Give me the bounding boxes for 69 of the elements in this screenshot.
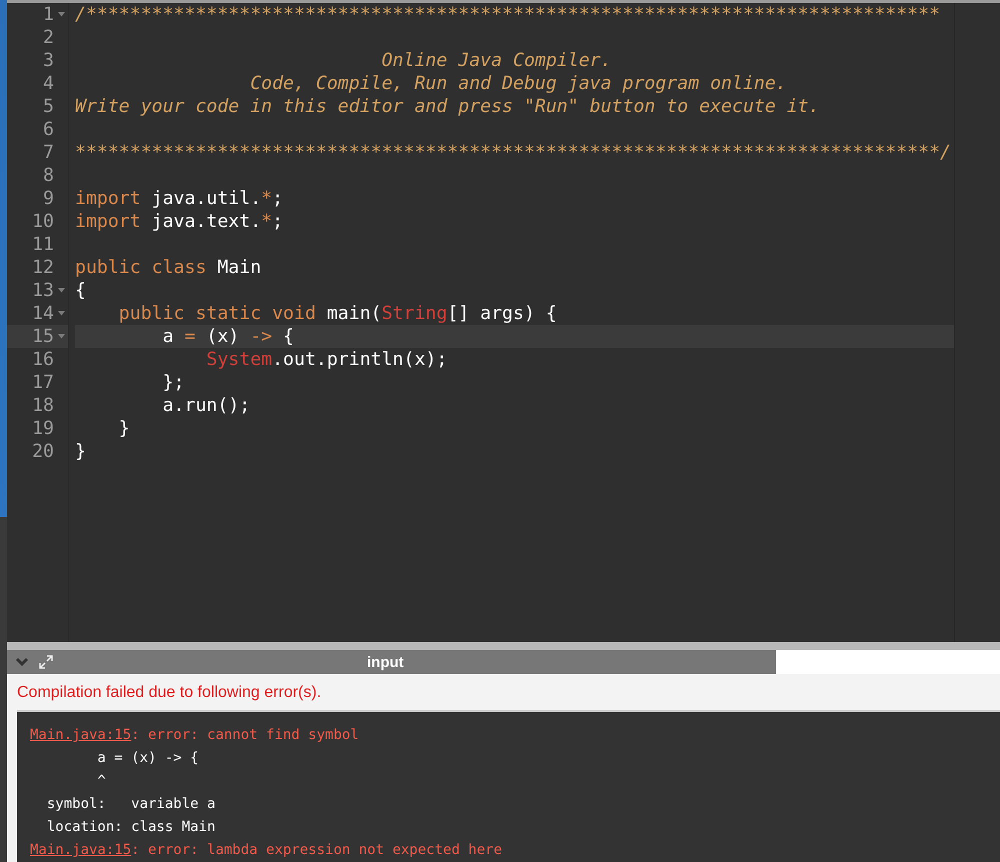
fold-caret-icon[interactable]: [58, 288, 64, 293]
code-token: ;: [272, 210, 284, 232]
code-token: /******************************************************************************: [75, 4, 940, 25]
line-number: 16: [32, 348, 54, 371]
code-token: Online Java Compiler.: [380, 50, 612, 71]
code-token: String: [382, 302, 448, 324]
code-token: java.text.: [150, 210, 262, 232]
code-token: import: [75, 210, 141, 232]
error-message: : error: cannot find symbol: [131, 727, 359, 743]
line-number: 7: [43, 140, 54, 164]
line-number: 11: [32, 232, 54, 256]
line-number: 9: [43, 186, 54, 210]
line-number: 5: [43, 94, 54, 118]
panel-title: input: [367, 654, 404, 671]
code-token: }: [118, 418, 130, 439]
line-number: 15: [32, 324, 54, 348]
code-token: System: [205, 348, 272, 370]
line-number: 19: [32, 416, 54, 440]
error-message: : error: lambda expression not expected here: [131, 842, 502, 858]
line-number: 1: [43, 2, 54, 26]
output-text: symbol: variable a: [46, 796, 216, 812]
input-area[interactable]: [776, 650, 1000, 674]
code-token: public class: [75, 256, 206, 278]
code-token: public static void: [118, 302, 316, 324]
line-number: 8: [43, 164, 54, 187]
line-number: 18: [32, 394, 54, 417]
fold-caret-icon[interactable]: [58, 310, 64, 316]
code-token: [] args) {: [447, 302, 557, 324]
code-token: (x): [205, 326, 240, 347]
fold-caret-icon[interactable]: [58, 12, 64, 17]
code-token: .out.println(x);: [272, 348, 448, 370]
chevron-down-icon[interactable]: [15, 657, 29, 668]
line-number: 10: [32, 210, 54, 233]
line-number: 3: [43, 48, 54, 72]
code-token: a.run();: [162, 394, 250, 416]
code-token: ;: [272, 188, 284, 209]
line-number: 14: [32, 302, 54, 325]
error-status: Compilation failed due to following error(s).: [17, 684, 322, 702]
code-token: *******************************************************************************/: [75, 142, 951, 163]
code-token: Main: [216, 256, 262, 278]
line-number: 13: [32, 278, 54, 302]
error-location-link[interactable]: Main.java:15: [30, 842, 132, 858]
code-token: };: [162, 372, 184, 393]
code-token: a: [162, 326, 175, 347]
code-token: import: [75, 188, 141, 209]
line-number: 20: [32, 440, 54, 463]
line-number: 2: [43, 26, 54, 49]
code-token: ->: [250, 326, 272, 347]
code-token: *: [261, 188, 272, 209]
output-text: ^: [96, 773, 106, 789]
code-token: Write your code in this editor and press "Run" button to execute it.: [75, 96, 820, 117]
code-token: Code, Compile, Run and Debug java program online.: [249, 72, 787, 94]
splitter-bar[interactable]: [7, 642, 1000, 650]
code-token: }: [75, 440, 86, 462]
output-text: location: class Main: [46, 819, 216, 835]
code-token: *: [261, 210, 272, 232]
error-location-link[interactable]: Main.java:15: [30, 727, 132, 743]
output-text: a = (x) -> {: [96, 750, 199, 766]
line-number: 17: [32, 370, 54, 394]
code-token: =: [184, 326, 196, 347]
fold-caret-icon[interactable]: [58, 334, 64, 339]
code-token: {: [282, 326, 294, 347]
code-token: {: [75, 280, 86, 301]
code-token: main(: [326, 302, 382, 324]
expand-icon[interactable]: [39, 655, 53, 670]
line-number: 4: [43, 72, 54, 95]
line-number: 6: [43, 118, 54, 141]
line-number: 12: [32, 256, 54, 279]
code-token: java.util.: [150, 188, 262, 209]
